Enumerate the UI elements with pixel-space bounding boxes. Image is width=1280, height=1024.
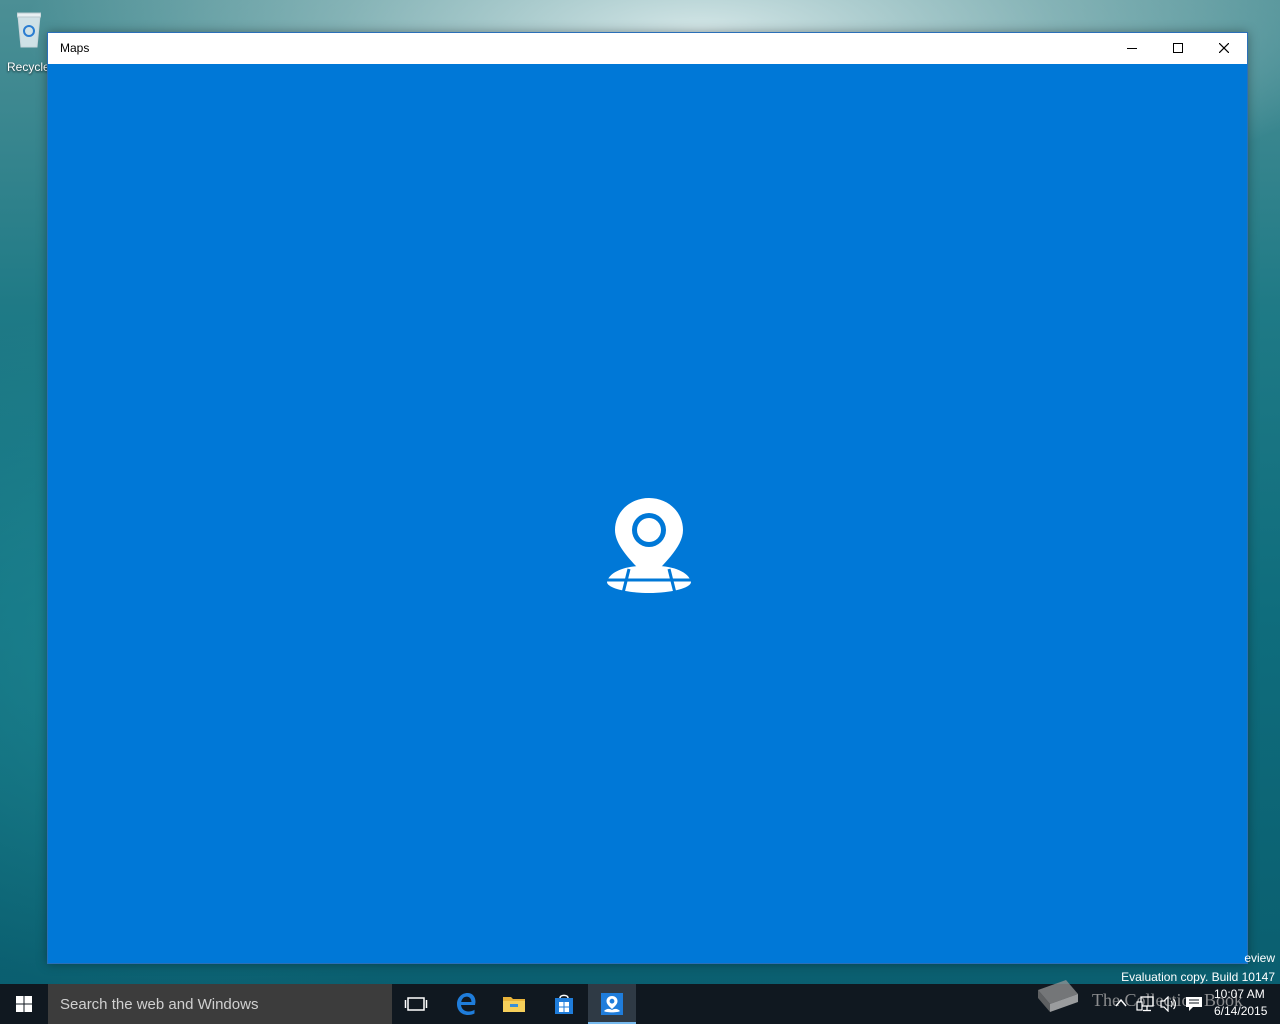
recycle-bin-icon: [17, 12, 41, 48]
maps-icon: [601, 993, 623, 1015]
taskbar: The Collection Book 10:07 AM 6/14/2015: [0, 980, 1280, 1024]
minimize-icon: [1127, 48, 1137, 49]
build-watermark: Evaluation copy. Build 10147: [1121, 970, 1275, 984]
maximize-icon: [1173, 43, 1183, 53]
action-center-icon[interactable]: [1185, 996, 1203, 1012]
desktop: Recycle Maps eview Evaluation copy. Buil…: [0, 0, 1280, 1024]
volume-icon[interactable]: [1160, 996, 1178, 1012]
maps-taskbar-button[interactable]: [588, 984, 636, 1024]
file-explorer-button[interactable]: [490, 984, 538, 1024]
close-button[interactable]: [1201, 33, 1247, 64]
chevron-up-icon[interactable]: [1114, 996, 1128, 1010]
folder-icon: [503, 997, 525, 1012]
maps-window: Maps: [47, 32, 1248, 964]
store-button[interactable]: [540, 984, 588, 1024]
close-icon: [1219, 43, 1229, 53]
edge-button[interactable]: [442, 984, 490, 1024]
task-view-button[interactable]: [392, 984, 440, 1024]
recycle-bin-label: Recycle: [7, 60, 50, 74]
edge-icon: [457, 993, 476, 1015]
book-icon: [1038, 980, 1078, 1012]
maps-logo-icon: [607, 498, 691, 594]
splash-screen: [48, 64, 1247, 963]
windows-logo-icon: [16, 996, 32, 1012]
watermark-edge-text: eview: [1244, 951, 1275, 965]
title-bar[interactable]: Maps: [48, 33, 1247, 64]
maximize-button[interactable]: [1155, 33, 1201, 64]
minimize-button[interactable]: [1109, 33, 1155, 64]
search-input[interactable]: [48, 984, 392, 1024]
network-icon[interactable]: [1136, 996, 1154, 1012]
clock-time[interactable]: 10:07 AM: [1214, 987, 1265, 1001]
store-icon: [555, 994, 573, 1014]
clock-date[interactable]: 6/14/2015: [1214, 1004, 1267, 1018]
task-view-icon: [404, 997, 428, 1011]
start-button[interactable]: [0, 984, 48, 1024]
window-title: Maps: [60, 41, 90, 55]
